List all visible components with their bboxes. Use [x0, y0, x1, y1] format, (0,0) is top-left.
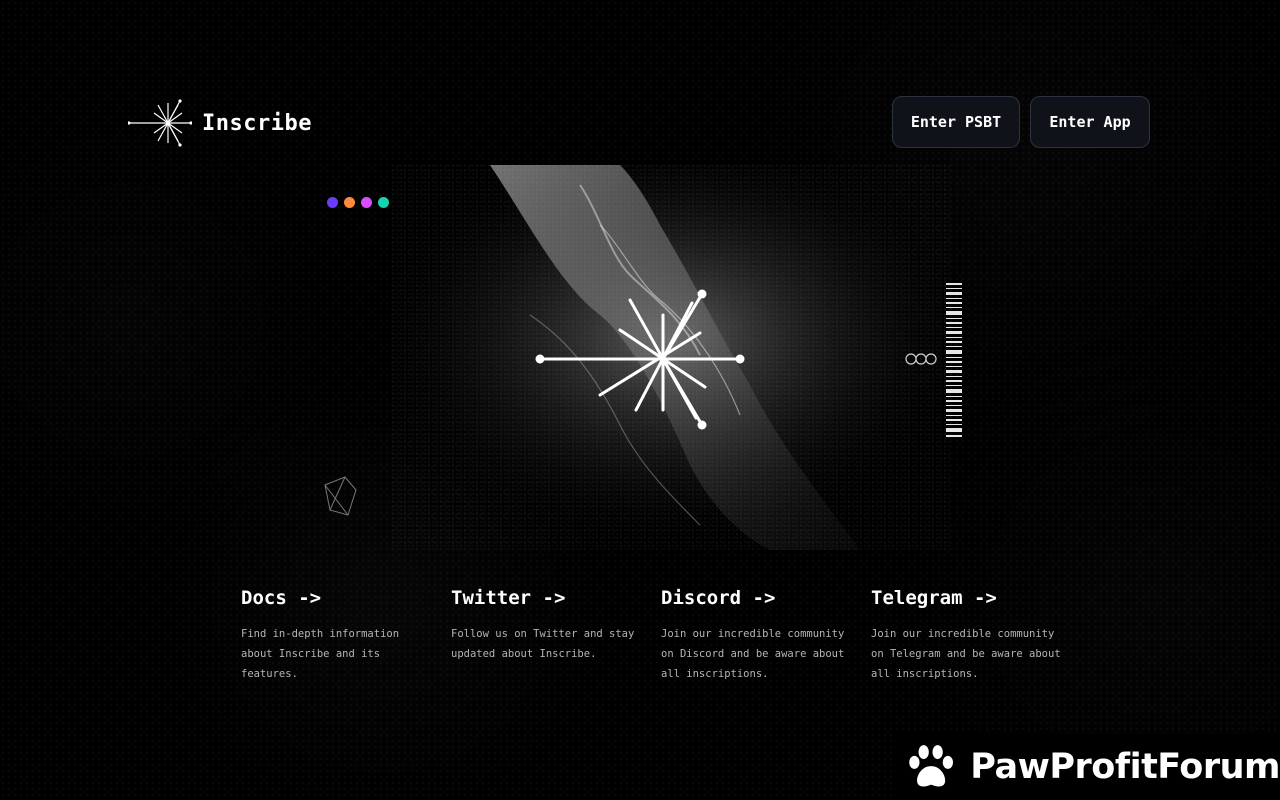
- twitter-link[interactable]: Twitter ->: [451, 587, 565, 609]
- enter-app-button[interactable]: Enter App: [1030, 96, 1150, 148]
- link-card-telegram: Telegram -> Join our incredible communit…: [871, 587, 1061, 684]
- telegram-link[interactable]: Telegram ->: [871, 587, 997, 609]
- telegram-description: Join our incredible community on Telegra…: [871, 628, 1061, 680]
- link-cards: Docs -> Find in-depth information about …: [241, 587, 1081, 697]
- discord-description: Join our incredible community on Discord…: [661, 628, 845, 680]
- window-dot-4: [378, 197, 389, 208]
- enter-psbt-button[interactable]: Enter PSBT: [892, 96, 1020, 148]
- starburst-icon: [128, 99, 192, 147]
- docs-description: Find in-depth information about Inscribe…: [241, 628, 400, 680]
- window-dot-3: [361, 197, 372, 208]
- link-card-discord: Discord -> Join our incredible community…: [661, 587, 851, 684]
- window-dots: [327, 197, 389, 208]
- window-dot-2: [344, 197, 355, 208]
- logo[interactable]: Inscribe: [128, 99, 312, 147]
- docs-link[interactable]: Docs ->: [241, 587, 321, 609]
- twitter-description: Follow us on Twitter and stay updated ab…: [451, 628, 635, 660]
- watermark-text: PawProfitForum: [970, 747, 1280, 787]
- link-card-twitter: Twitter -> Follow us on Twitter and stay…: [451, 587, 641, 664]
- site-header: Inscribe Enter PSBT Enter App: [128, 96, 1152, 150]
- window-dot-1: [327, 197, 338, 208]
- wireframe-shape-icon: [324, 476, 357, 516]
- paw-icon: [909, 745, 953, 787]
- hero-visual: [300, 165, 1020, 550]
- discord-link[interactable]: Discord ->: [661, 587, 775, 609]
- watermark: PawProfitForum: [896, 734, 1280, 800]
- terrain-image: [324, 165, 962, 550]
- link-card-docs: Docs -> Find in-depth information about …: [241, 587, 431, 684]
- brand-name: Inscribe: [202, 110, 312, 136]
